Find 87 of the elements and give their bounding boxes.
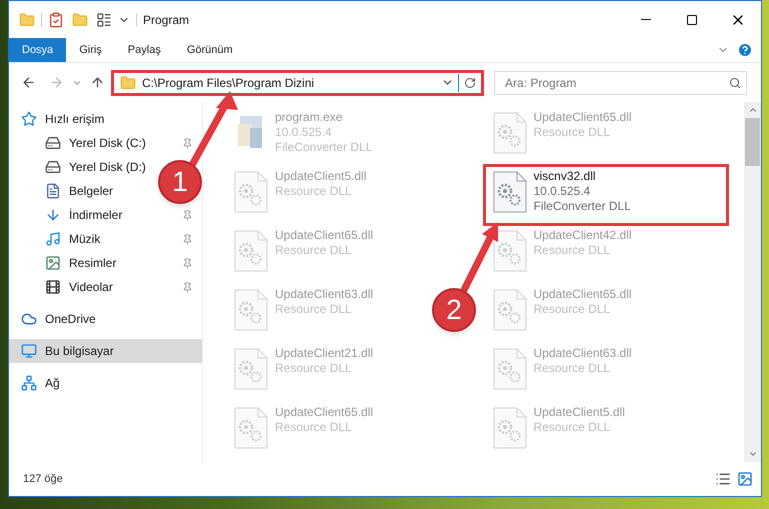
star-icon bbox=[21, 111, 37, 127]
file-detail: Resource DLL bbox=[275, 243, 353, 258]
file-name: UpdateClient65.dll bbox=[275, 228, 374, 243]
pin-icon[interactable] bbox=[182, 258, 193, 268]
file-name: UpdateClient5.dll bbox=[534, 405, 625, 420]
help-icon[interactable] bbox=[737, 42, 753, 58]
drive-icon bbox=[45, 159, 61, 175]
search-field[interactable]: Ara: Program bbox=[494, 70, 747, 94]
scroll-thumb[interactable] bbox=[745, 118, 760, 166]
gear-file-icon bbox=[492, 289, 526, 331]
file-detail: Resource DLL bbox=[534, 243, 612, 258]
gear-file-icon bbox=[492, 230, 526, 272]
file-name: program.exe bbox=[275, 110, 344, 125]
file-name: UpdateClient5.dll bbox=[275, 169, 366, 184]
gear-file-icon bbox=[234, 289, 268, 331]
ribbon-tab[interactable]: Paylaş bbox=[114, 38, 174, 62]
view-icon[interactable] bbox=[96, 12, 112, 28]
document-icon bbox=[45, 183, 61, 199]
file-name: UpdateClient21.dll bbox=[275, 346, 374, 361]
sidebar-item[interactable]: Belgeler bbox=[9, 179, 120, 203]
gear-file-icon bbox=[492, 171, 526, 213]
ribbon-tab[interactable]: Giriş bbox=[66, 38, 115, 62]
file-name: UpdateClient65.dll bbox=[534, 110, 632, 125]
file-name: UpdateClient65.dll bbox=[275, 405, 374, 420]
drive-icon bbox=[45, 135, 61, 151]
gear-file-icon bbox=[234, 171, 268, 213]
gear-file-icon bbox=[234, 407, 268, 449]
pin-icon[interactable] bbox=[182, 138, 193, 148]
large-icons-view-icon[interactable] bbox=[737, 471, 753, 487]
file-detail: Resource DLL bbox=[534, 420, 612, 435]
address-bar[interactable]: C:\Program Files\Program Dizini bbox=[111, 70, 484, 96]
address-path: C:\Program Files\Program Dizini bbox=[142, 74, 316, 92]
back-icon[interactable] bbox=[21, 75, 36, 90]
sidebar-item[interactable]: Videolar bbox=[9, 275, 119, 299]
pin-icon[interactable] bbox=[182, 210, 193, 220]
file-detail: Resource DLL bbox=[534, 125, 612, 140]
sidebar-item[interactable]: Bu bilgisayar bbox=[9, 339, 202, 363]
details-view-icon[interactable] bbox=[715, 471, 731, 487]
sidebar-item[interactable]: Müzik bbox=[9, 227, 106, 251]
file-detail: 10.0.525.4 bbox=[275, 125, 333, 140]
sidebar-item[interactable]: Yerel Disk (C:) bbox=[9, 131, 152, 155]
window-title: Program bbox=[143, 12, 190, 28]
file-detail: Resource DLL bbox=[275, 361, 353, 376]
folder-icon bbox=[120, 74, 136, 90]
file-detail: 10.0.525.4 bbox=[534, 184, 592, 199]
properties-icon[interactable] bbox=[48, 12, 64, 28]
file-detail: Resource DLL bbox=[275, 302, 353, 317]
file-detail: Resource DLL bbox=[534, 302, 612, 317]
music-note-icon bbox=[45, 231, 61, 247]
cloud-icon bbox=[21, 311, 37, 327]
up-icon[interactable] bbox=[90, 75, 105, 90]
gear-file-icon bbox=[492, 112, 526, 154]
search-icon[interactable] bbox=[729, 76, 741, 88]
film-icon bbox=[45, 279, 61, 295]
ribbon-tab[interactable]: Görünüm bbox=[174, 38, 246, 62]
network-icon bbox=[21, 375, 37, 391]
pin-icon[interactable] bbox=[182, 234, 193, 244]
file-name: UpdateClient42.dll bbox=[534, 228, 632, 243]
file-name: viscnv32.dll bbox=[534, 169, 597, 184]
maximize-icon bbox=[686, 14, 698, 26]
item-count: 127 öğe bbox=[23, 472, 63, 487]
sidebar-item[interactable]: Resimler bbox=[9, 251, 122, 275]
image-icon bbox=[45, 255, 61, 271]
minimize-icon bbox=[641, 19, 651, 20]
file-detail: Resource DLL bbox=[275, 420, 353, 435]
file-detail: FileConverter DLL bbox=[275, 140, 372, 155]
gear-file-icon bbox=[492, 407, 526, 449]
file-detail: Resource DLL bbox=[275, 184, 353, 199]
gear-file-icon bbox=[234, 230, 268, 272]
file-detail: Resource DLL bbox=[534, 361, 612, 376]
file-name: UpdateClient63.dll bbox=[534, 346, 632, 361]
gear-file-icon bbox=[492, 348, 526, 390]
sidebar-item[interactable]: Yerel Disk (D:) bbox=[9, 155, 152, 179]
file-detail: FileConverter DLL bbox=[534, 199, 631, 214]
gear-file-icon bbox=[234, 348, 268, 390]
file-tile[interactable]: viscnv32.dll 10.0.525.4 FileConverter DLL bbox=[486, 167, 726, 223]
sidebar-item[interactable]: Hızlı erişim bbox=[9, 107, 110, 131]
sidebar-item[interactable]: Ağ bbox=[9, 371, 66, 395]
file-name: UpdateClient63.dll bbox=[275, 287, 374, 302]
file-name: UpdateClient65.dll bbox=[534, 287, 632, 302]
pin-icon[interactable] bbox=[182, 282, 193, 292]
scrollbar[interactable] bbox=[744, 102, 761, 462]
sidebar-item[interactable]: İndirmeler bbox=[9, 203, 128, 227]
sidebar-item[interactable]: OneDrive bbox=[9, 307, 102, 331]
monitor-icon bbox=[21, 343, 37, 359]
refresh-icon[interactable] bbox=[464, 76, 476, 88]
ribbon-tab[interactable]: Dosya bbox=[9, 38, 66, 62]
